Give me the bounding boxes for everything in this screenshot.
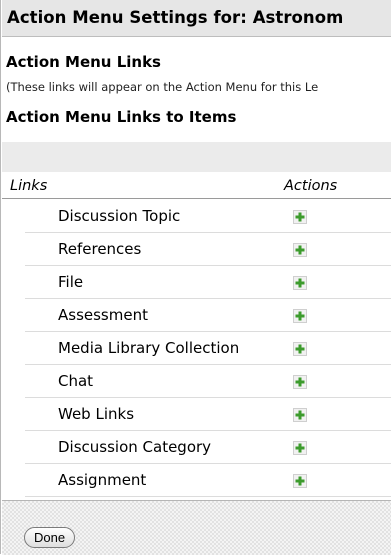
links-section-note: (These links will appear on the Action M… xyxy=(6,80,319,94)
add-icon[interactable] xyxy=(293,408,307,422)
link-label: Discussion Topic xyxy=(58,207,181,225)
link-label: References xyxy=(58,240,142,258)
toolbar-band xyxy=(2,142,391,172)
title-bar: Action Menu Settings for: Astronom xyxy=(2,0,391,37)
row-divider xyxy=(25,496,391,497)
table-row: References xyxy=(2,233,391,266)
table-row: Discussion Topic xyxy=(2,200,391,233)
link-label: Discussion Category xyxy=(58,438,212,456)
page-title: Action Menu Settings for: Astronom xyxy=(7,8,344,27)
table-row: Assignment xyxy=(2,464,391,497)
links-section-title: Action Menu Links xyxy=(6,53,161,71)
add-icon[interactable] xyxy=(293,210,307,224)
add-icon[interactable] xyxy=(293,441,307,455)
column-header-links: Links xyxy=(10,178,48,194)
add-icon[interactable] xyxy=(293,243,307,257)
column-header-actions: Actions xyxy=(284,178,338,194)
add-icon[interactable] xyxy=(293,375,307,389)
settings-panel: Action Menu Settings for: Astronom Actio… xyxy=(0,0,391,555)
footer-bar: Done xyxy=(2,500,391,555)
add-icon[interactable] xyxy=(293,474,307,488)
table-row: Chat xyxy=(2,365,391,398)
table-header: Links Actions xyxy=(2,174,391,199)
add-icon[interactable] xyxy=(293,276,307,290)
link-label: Media Library Collection xyxy=(58,339,240,357)
link-label: File xyxy=(58,273,84,291)
done-button[interactable]: Done xyxy=(24,527,76,548)
links-table: Links Actions Discussion Topic References… xyxy=(2,174,391,497)
table-row: Discussion Category xyxy=(2,431,391,464)
link-label: Chat xyxy=(58,372,94,390)
items-section-title: Action Menu Links to Items xyxy=(6,108,237,126)
add-icon[interactable] xyxy=(293,342,307,356)
add-icon[interactable] xyxy=(293,309,307,323)
table-row: File xyxy=(2,266,391,299)
link-label: Assessment xyxy=(58,306,148,324)
link-label: Web Links xyxy=(58,405,135,423)
table-row: Assessment xyxy=(2,299,391,332)
table-row: Web Links xyxy=(2,398,391,431)
link-label: Assignment xyxy=(58,471,147,489)
table-row: Media Library Collection xyxy=(2,332,391,365)
